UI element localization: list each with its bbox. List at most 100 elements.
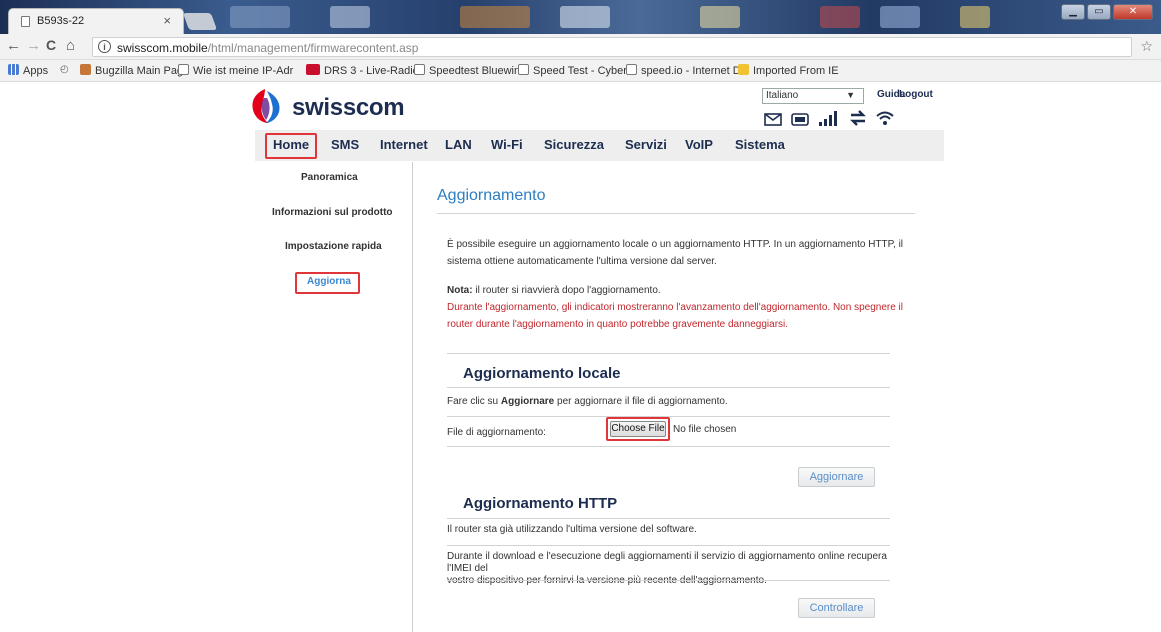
info-icon[interactable]: i xyxy=(98,40,111,53)
no-file-text: No file chosen xyxy=(673,424,737,435)
local-update-desc: Fare clic su Aggiornare per aggiornare i… xyxy=(447,393,728,410)
nav-sms[interactable]: SMS xyxy=(331,137,359,152)
nav-sicurezza[interactable]: Sicurezza xyxy=(544,137,604,152)
http-info-line-1: Durante il download e l'esecuzione degli… xyxy=(447,551,887,574)
bookmark-label: Speed Test - Cyberr xyxy=(533,65,631,77)
bookmark-label: Bugzilla Main Page xyxy=(95,65,190,77)
bookmark-folder-ie[interactable]: Imported From IE xyxy=(738,64,839,77)
back-icon[interactable]: ← xyxy=(6,37,21,54)
bugzilla-icon xyxy=(80,64,91,75)
note-body: il router si riavvierà dopo l'aggiorname… xyxy=(472,285,661,296)
browser-tab[interactable]: B593s-22 × xyxy=(8,8,184,34)
bookmark-label: Wie ist meine IP-Adr xyxy=(193,65,294,77)
bookmark-star-icon[interactable]: ☆ xyxy=(1140,38,1153,55)
bookmark-label: DRS 3 - Live-Radio xyxy=(324,65,419,77)
note-label: Nota: xyxy=(447,285,473,296)
maximize-button[interactable]: ▭ xyxy=(1087,4,1111,20)
divider xyxy=(447,353,890,354)
srf-icon xyxy=(306,64,320,75)
local-desc-post: per aggiornare il file di aggiornamento. xyxy=(554,396,728,407)
sidebar-item-impostazione[interactable]: Impostazione rapida xyxy=(285,241,382,252)
http-update-title: Aggiornamento HTTP xyxy=(463,495,618,512)
intro-text: È possibile eseguire un aggiornamento lo… xyxy=(447,236,907,270)
new-tab-button[interactable] xyxy=(182,13,218,30)
sidebar-item-panoramica[interactable]: Panoramica xyxy=(301,172,358,183)
forward-icon[interactable]: → xyxy=(26,37,41,54)
wifi-icon xyxy=(876,111,894,125)
browser-tab-strip: B593s-22 × ▁ ▭ ✕ xyxy=(0,0,1161,34)
bookmark-ip[interactable]: Wie ist meine IP-Adr xyxy=(178,64,293,77)
page-icon xyxy=(626,64,637,75)
apps-grid-icon xyxy=(8,64,19,75)
url-host: swisscom.mobile xyxy=(117,41,208,55)
usb-icon xyxy=(791,113,809,126)
nav-sistema[interactable]: Sistema xyxy=(735,137,785,152)
brand-name: swisscom xyxy=(292,94,405,121)
intro-line-2: sistema ottiene automaticamente l'ultima… xyxy=(447,256,717,267)
nav-wifi[interactable]: Wi-Fi xyxy=(491,137,523,152)
divider xyxy=(447,545,890,546)
sidebar-divider xyxy=(412,162,413,632)
bookmark-label: Imported From IE xyxy=(753,65,839,77)
language-select[interactable]: Italiano ▼ xyxy=(762,88,864,104)
warning-text: Durante l'aggiornamento, gli indicatori … xyxy=(447,299,907,333)
http-status-text: Il router sta già utilizzando l'ultima v… xyxy=(447,524,697,535)
logout-link[interactable]: Logout xyxy=(899,89,933,100)
tab-close-icon[interactable]: × xyxy=(163,13,171,28)
aggiornare-button[interactable]: Aggiornare xyxy=(798,467,875,487)
minimize-button[interactable]: ▁ xyxy=(1061,4,1085,20)
nav-lan[interactable]: LAN xyxy=(445,137,472,152)
intro-line-1: È possibile eseguire un aggiornamento lo… xyxy=(447,239,904,250)
url-input[interactable]: i swisscom.mobile/html/management/firmwa… xyxy=(92,37,1132,57)
window-controls: ▁ ▭ ✕ xyxy=(1061,4,1153,20)
status-icons xyxy=(764,108,894,126)
warning-line-1: Durante l'aggiornamento, gli indicatori … xyxy=(447,302,903,313)
language-value: Italiano xyxy=(766,90,799,101)
controllare-button[interactable]: Controllare xyxy=(798,598,875,618)
signal-icon xyxy=(819,111,837,126)
bookmark-label: speed.io - Internet D xyxy=(641,65,741,77)
local-update-title: Aggiornamento locale xyxy=(463,365,621,382)
nav-voip[interactable]: VoIP xyxy=(685,137,713,152)
http-info-text: Durante il download e l'esecuzione degli… xyxy=(447,551,907,587)
page-icon xyxy=(518,64,529,75)
divider xyxy=(447,518,890,519)
main-nav: Home SMS Internet LAN Wi-Fi Sicurezza Se… xyxy=(255,130,944,161)
local-desc-pre: Fare clic su xyxy=(447,396,501,407)
local-desc-bold: Aggiornare xyxy=(500,396,555,407)
bookmark-cyber[interactable]: Speed Test - Cyberr xyxy=(518,64,631,77)
data-transfer-icon xyxy=(850,110,866,126)
note-text: Nota: il router si riavvierà dopo l'aggi… xyxy=(447,282,907,299)
bookmark-bugzilla[interactable]: Bugzilla Main Page xyxy=(80,64,189,77)
bookmark-label: Apps xyxy=(23,65,49,77)
swisscom-logo-icon xyxy=(252,89,280,123)
url-path: /html/management/firmwarecontent.asp xyxy=(207,41,419,55)
history-icon[interactable]: ◴ xyxy=(60,64,69,75)
page-title: Aggiornamento xyxy=(437,187,546,204)
warning-line-2: router durante l'aggiornamento in quanto… xyxy=(447,319,789,330)
sidebar-item-informazioni[interactable]: Informazioni sul prodotto xyxy=(272,207,393,218)
bookmark-speedtest[interactable]: Speedtest Bluewin xyxy=(414,64,520,77)
bookmark-apps[interactable]: Apps xyxy=(8,64,48,77)
close-window-button[interactable]: ✕ xyxy=(1113,4,1153,20)
nav-internet[interactable]: Internet xyxy=(380,137,428,152)
choose-file-highlight xyxy=(606,417,670,441)
url-text: swisscom.mobile/html/management/firmware… xyxy=(117,41,418,55)
page-icon xyxy=(414,64,425,75)
http-info-line-2: vostro dispositivo per fornirvi la versi… xyxy=(447,575,907,587)
home-highlight xyxy=(265,133,317,159)
divider xyxy=(447,387,890,388)
bookmark-label: Speedtest Bluewin xyxy=(429,65,521,77)
divider xyxy=(447,580,890,581)
page-icon xyxy=(21,16,30,27)
reload-icon[interactable]: C xyxy=(46,37,56,53)
bookmarks-bar: Apps ◴ Bugzilla Main Page Wie ist meine … xyxy=(0,60,1161,82)
divider xyxy=(447,446,890,447)
chevron-down-icon: ▼ xyxy=(846,90,855,100)
file-label: File di aggiornamento: xyxy=(447,427,546,438)
home-icon[interactable]: ⌂ xyxy=(66,37,75,54)
nav-servizi[interactable]: Servizi xyxy=(625,137,667,152)
bookmark-speedio[interactable]: speed.io - Internet D xyxy=(626,64,741,77)
bookmark-drs3[interactable]: DRS 3 - Live-Radio xyxy=(306,64,419,77)
aggiorna-highlight xyxy=(295,272,360,294)
